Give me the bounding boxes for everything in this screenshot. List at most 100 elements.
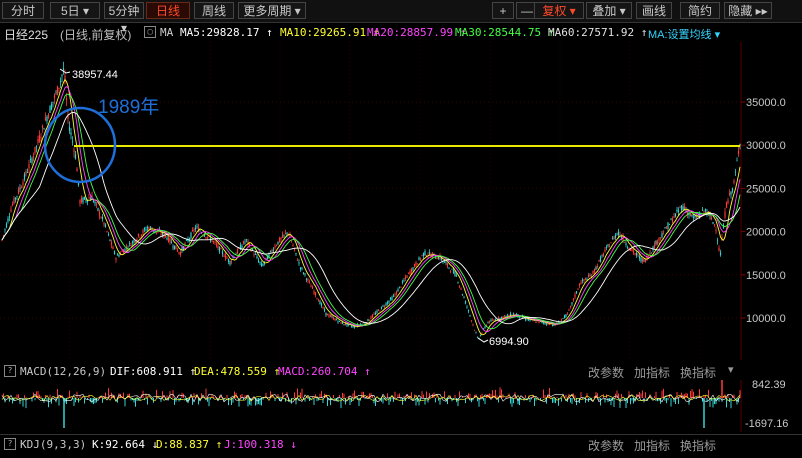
candle-body [404,276,407,279]
candle-body [544,322,546,324]
kdj-add-indicator-button[interactable]: 加指标 [634,437,670,454]
candle-body [412,267,414,270]
candle-body [301,268,303,269]
hide-panel-button[interactable]: 隐藏 ▸▸ [724,2,772,19]
candle-body [727,200,729,203]
candle-body [286,232,288,235]
candle-body [406,275,408,278]
candle-body [133,240,135,243]
candle-body [98,211,101,216]
candle-body [292,245,294,247]
candle-body [674,213,677,217]
settings-icon[interactable]: ▢ [144,26,156,38]
candle-body [635,253,638,256]
candle-body [382,305,384,307]
candle-body [65,98,68,101]
candle-body [71,141,74,142]
candle-body [409,271,411,275]
macd-add-indicator-button[interactable]: 加指标 [634,364,670,381]
ma-setting-dropdown[interactable]: MA:设置均线 ▾ [648,26,720,42]
candle-body [275,245,278,247]
candle-body [242,241,245,245]
price-chart[interactable]: 1989年 38957.44 6994.90 35000.0 30000.0 250… [0,42,802,360]
candle-body [394,294,396,296]
candle-body [457,282,459,284]
price-axis-label: 35000.0 [746,97,786,109]
overlay-dropdown[interactable]: 叠加 ▾ [586,2,632,19]
candle-body [130,244,132,247]
kdj-settings-icon[interactable]: ? [4,438,16,450]
candle-body [716,240,719,242]
period-toolbar: 分时 5日 ▾ 5分钟 ▾ 日线 周线 更多周期 ▾ + — 复权 ▾ 叠加 ▾… [0,0,802,35]
candle-body [46,116,48,122]
macd-menu-icon[interactable]: ▾ [728,363,734,376]
candle-body [676,209,678,212]
candle-body [325,312,327,316]
candle-body [22,182,24,186]
candle-body [20,187,23,189]
candle-body [623,242,626,243]
kdj-edit-params-button[interactable]: 改参数 [588,437,624,454]
tab-5min[interactable]: 5分钟 ▾ [104,2,144,35]
candle-body [718,247,720,252]
kdj-name: KDJ(9,3,3) [20,438,87,451]
candle-body [229,260,231,265]
tab-5day[interactable]: 5日 ▾ [50,2,100,19]
candle-body [719,252,722,255]
candle-body [397,289,399,292]
candle-body [659,237,662,239]
candle-body [53,95,56,99]
candle-body [463,297,465,299]
zoom-in-button[interactable]: + [492,2,514,19]
simple-mode-button[interactable]: 简约 [680,2,720,19]
candle-body [731,188,734,192]
macd-value: MACD:260.704 ↑ [278,365,371,378]
more-periods-dropdown[interactable]: 更多周期 ▾ [238,2,306,19]
candle-body [319,301,321,305]
candle-body [350,325,353,327]
candle-body [34,146,36,154]
macd-chart[interactable]: 842.39 -1697.16 [0,380,802,432]
price-axis-label: 15000.0 [746,270,786,282]
candle-body [56,86,59,95]
candle-body [398,286,401,288]
candle-body [145,229,147,231]
candle-body [500,317,503,319]
macd-edit-params-button[interactable]: 改参数 [588,364,624,381]
candle-body [566,312,569,314]
candle-body [634,253,636,255]
candle-body [341,322,344,324]
macd-settings-icon[interactable]: ? [4,365,16,377]
candle-body [88,197,90,199]
tab-weekly[interactable]: 周线 [194,2,234,19]
candle-body [323,309,326,312]
tab-daily[interactable]: 日线 [146,2,190,19]
candle-body [670,219,672,220]
price-adjust-dropdown[interactable]: 复权 ▾ [534,2,584,19]
candle-body [101,217,104,219]
candle-body [575,291,578,294]
draw-line-button[interactable]: 画线 [636,2,672,19]
candle-body [337,321,339,323]
candle-body [140,234,143,236]
candle-body [278,238,281,243]
candle-body [604,249,606,252]
macd-dif: DIF:608.911 ↑ [110,365,197,378]
candle-body [418,257,420,260]
candle-body [313,291,315,294]
candle-body [565,314,567,318]
candle-body [730,191,732,196]
macd-swap-indicator-button[interactable]: 换指标 [680,364,716,381]
kdj-swap-indicator-button[interactable]: 换指标 [680,437,716,454]
candle-body [262,264,264,266]
price-axis-label: 10000.0 [746,313,786,325]
candle-body [121,251,123,252]
kdj-d: D:88.837 ↑ [156,438,223,451]
candle-body [176,249,179,252]
price-axis-label: 20000.0 [746,227,786,239]
tab-intraday[interactable]: 分时 [2,2,44,19]
candle-body [277,241,279,245]
candle-body [593,268,596,272]
candle-body [311,286,314,289]
candle-body [421,255,423,256]
